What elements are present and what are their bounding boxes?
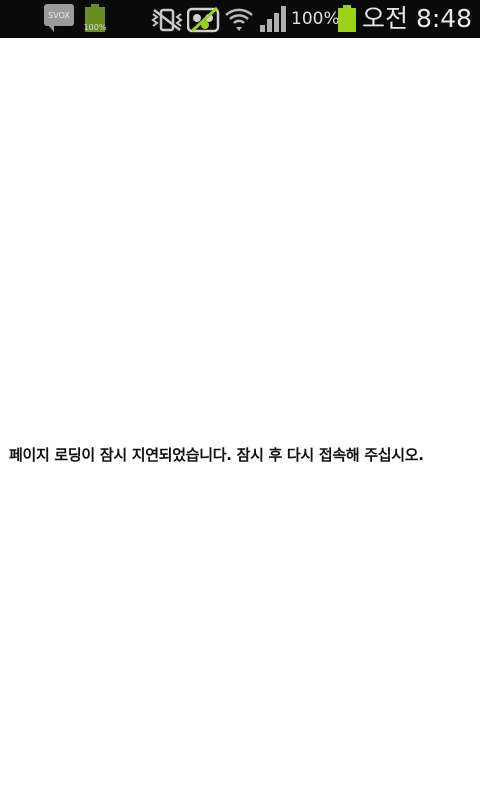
svox-bubble-tail: [48, 25, 54, 32]
wifi-icon: [225, 8, 253, 31]
svox-label: SVOX: [48, 10, 70, 20]
signal-strength-icon: [260, 6, 286, 32]
status-bar: SVOX 100% 100% 오전 8:48: [0, 0, 480, 38]
svox-notification-icon: SVOX: [44, 4, 74, 26]
battery-percent-text: 100%: [291, 9, 340, 29]
loading-delay-message: 페이지 로딩이 잠시 지연되었습니다. 잠시 후 다시 접속해 주십시오.: [9, 446, 424, 464]
vibrate-mute-icon: [151, 8, 183, 32]
small-battery-label: 100%: [83, 23, 107, 32]
battery-icon: [338, 5, 356, 32]
battery-full-icon: 100%: [83, 4, 107, 34]
clock: 오전 8:48: [362, 4, 473, 33]
screen-mirroring-off-icon: [187, 6, 220, 33]
webview-content: 페이지 로딩이 잠시 지연되었습니다. 잠시 후 다시 접속해 주십시오.: [0, 38, 480, 800]
